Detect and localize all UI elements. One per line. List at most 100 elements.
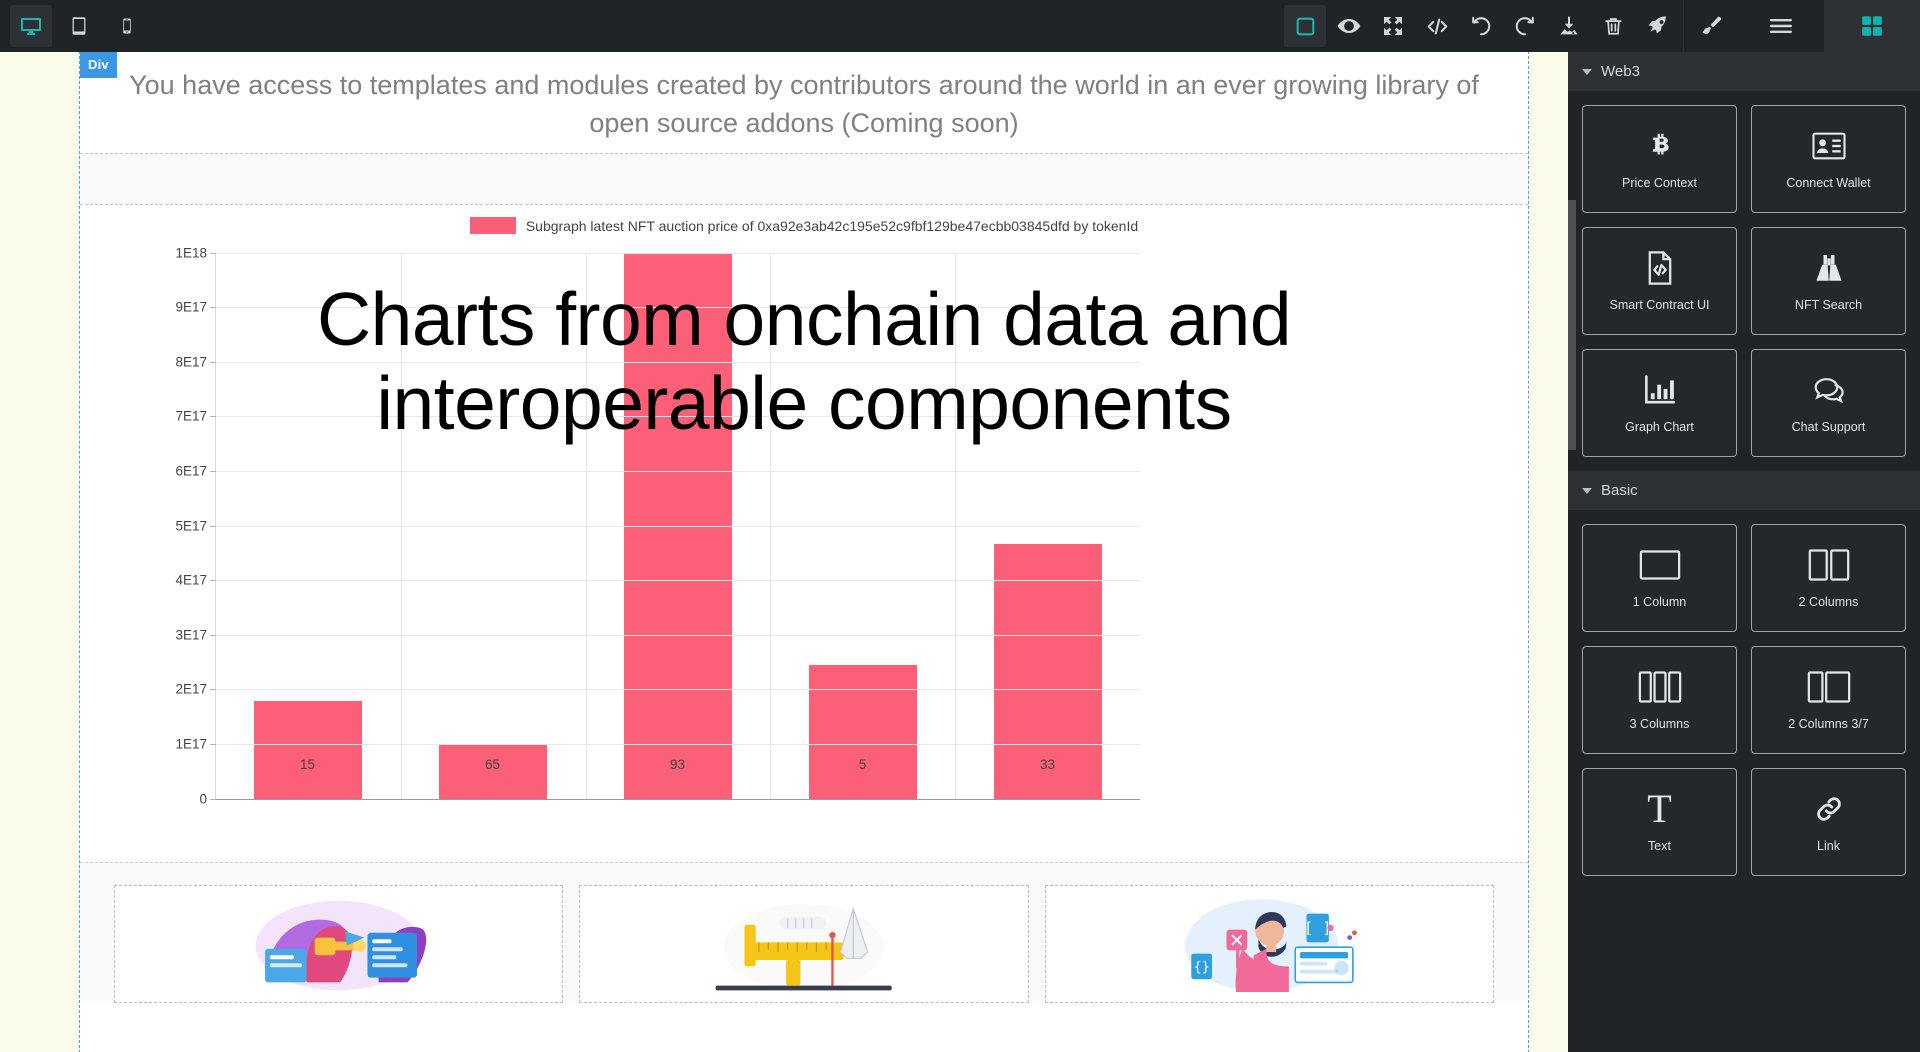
block-label: 1 Column [1632,595,1687,610]
card[interactable]: [ ] {} [1044,884,1494,1003]
blocks-sidebar[interactable]: Web3 Price Context Connect Wallet Smart Con… [1568,52,1920,1052]
block-smart-contract-ui[interactable]: Smart Contract UI [1582,227,1737,335]
chart-axes: 0 1E17 2E17 3E17 4E17 5E17 6E17 7E17 8E17 9E17 1E1… [175,245,1140,806]
block-price-context[interactable]: Price Context [1582,105,1737,213]
canvas[interactable]: Div You have access to templates and mod… [0,52,1568,1052]
sidebar-block-grid: 1 Column 2 Columns 3 Columns 2 Columns 3/7 T… [1568,510,1920,890]
chart-bar[interactable] [254,701,363,799]
chart-gridline [216,416,1140,418]
chart-gridline [216,471,1140,473]
import-icon [1560,16,1578,35]
chart-y-tick-label: 2E17 [175,681,207,697]
file-code-icon [1646,248,1674,288]
binoculars-icon [1813,248,1845,288]
chart-gridline [216,525,1140,527]
block-label: Text [1648,839,1671,854]
block-label: Link [1817,839,1840,854]
editor-actions [1278,0,1684,52]
mobile-icon [123,18,131,34]
chart-y-tick-label: 1E17 [175,736,207,752]
hero-paragraph[interactable]: You have access to templates and modules… [80,52,1528,153]
import-button[interactable] [1548,5,1590,47]
fullscreen-button[interactable] [1372,5,1414,47]
view-code-button[interactable] [1416,5,1458,47]
block-chat-support[interactable]: Chat Support [1751,349,1906,457]
block-graph-chart[interactable]: Graph Chart [1582,349,1737,457]
chart-y-tick-label: 3E17 [175,627,207,643]
open-style-manager-button[interactable] [1690,5,1732,47]
blocks-grid-icon [1862,16,1882,36]
device-desktop-button[interactable] [10,5,52,47]
block-2-columns-3-7[interactable]: 2 Columns 3/7 [1751,646,1906,754]
graph-chart-component[interactable]: Subgraph latest NFT auction price of 0xa… [80,204,1528,862]
open-settings-button[interactable] [1760,5,1802,47]
chart-gridline [216,799,1140,800]
sidebar-section-basic[interactable]: Basic [1568,471,1920,510]
card-column[interactable]: [ ] {} [1037,884,1502,1003]
chart-bar[interactable] [808,664,917,799]
block-link[interactable]: Link [1751,768,1906,876]
block-label: Price Context [1621,176,1698,191]
chart-vertical-gridline [955,252,957,799]
device-tablet-button[interactable] [58,5,100,47]
chart-vertical-gridline [400,252,402,799]
chart-x-tick-label: 93 [669,756,686,772]
id-card-icon [1811,126,1846,166]
chart-y-tick-mark [210,580,216,582]
card-column[interactable] [571,884,1036,1003]
sidebar-block-grid: Price Context Connect Wallet Smart Contrac… [1568,91,1920,471]
chart-x-axis-labels: 15 65 93 5 33 [215,757,1140,772]
chart-y-tick-label: 1E18 [175,245,207,261]
open-blocks-button[interactable] [1824,0,1920,52]
chart-gridline [216,361,1140,363]
block-3-columns[interactable]: 3 Columns [1582,646,1737,754]
chart-y-tick-label: 7E17 [175,408,207,424]
block-label: Chat Support [1791,420,1866,435]
bar-chart-icon [1644,370,1676,410]
blocks-scroll-container[interactable]: Web3 Price Context Connect Wallet Smart Con… [1568,52,1920,1052]
square-outline-icon [1296,17,1314,35]
sidebar-scrollbar-track[interactable] [1568,52,1576,1052]
chart-vertical-gridline [770,252,772,799]
block-label: 2 Columns 3/7 [1788,717,1869,732]
undo-button[interactable] [1460,5,1502,47]
block-text[interactable]: T Text [1582,768,1737,876]
block-1-column[interactable]: 1 Column [1582,524,1737,632]
three-columns-icon [1638,667,1682,707]
chart-gridline [216,689,1140,691]
sidebar-section-title: Basic [1601,482,1638,499]
card[interactable] [114,884,564,1003]
cards-row: [ ] {} [80,861,1528,1003]
block-2-columns[interactable]: 2 Columns [1751,524,1906,632]
desktop-icon [21,18,41,35]
clear-canvas-button[interactable] [1592,5,1634,47]
component-type-badge: Div [80,52,117,78]
legend-swatch [469,217,516,235]
chart-x-tick-label: 65 [484,756,501,772]
legend-label: Subgraph latest NFT auction price of 0xa… [525,217,1139,234]
preview-button[interactable] [1328,5,1370,47]
rocket-icon [1648,15,1667,34]
two-columns-37-icon [1807,667,1851,707]
two-columns-icon [1808,545,1850,585]
publish-button[interactable] [1636,5,1678,47]
block-nft-search[interactable]: NFT Search [1751,227,1906,335]
code-icon [1427,18,1447,34]
toggle-borders-button[interactable] [1284,5,1326,47]
sidebar-section-web3[interactable]: Web3 [1568,52,1920,91]
chart-y-tick-mark [210,416,216,418]
card[interactable] [579,884,1029,1003]
chart-y-tick-mark [210,361,216,363]
card-column[interactable] [106,884,571,1003]
chart-y-tick-label: 9E17 [175,299,207,315]
chevron-down-icon [1582,68,1592,75]
empty-row-placeholder[interactable] [80,152,1528,205]
block-connect-wallet[interactable]: Connect Wallet [1751,105,1906,213]
style-manager-group [1684,0,1738,52]
selected-component-frame[interactable]: Div You have access to templates and mod… [79,52,1529,1052]
device-mobile-button[interactable] [106,5,148,47]
chat-bubbles-icon [1813,370,1845,410]
redo-button[interactable] [1504,5,1546,47]
sidebar-scrollbar-thumb[interactable] [1568,200,1576,450]
